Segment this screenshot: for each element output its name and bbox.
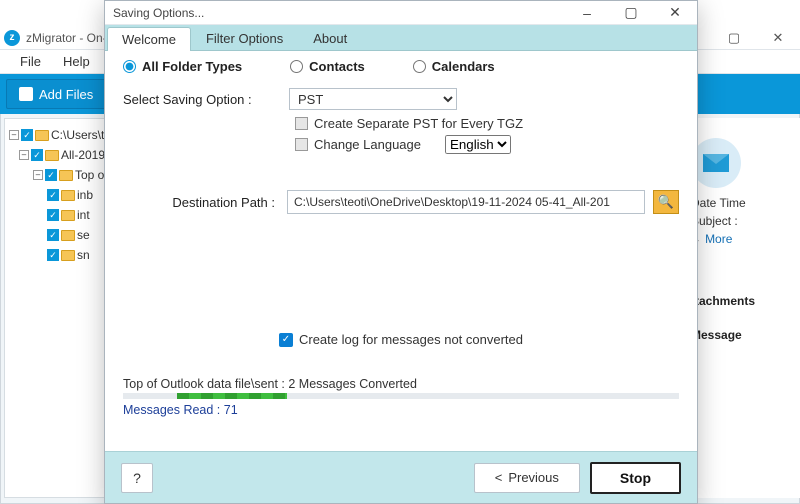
main-title: zMigrator - On- [26,31,107,45]
saving-option-label: Select Saving Option : [123,92,279,107]
checkbox-icon[interactable] [295,138,308,151]
folder-icon [61,250,75,261]
dialog-close-button[interactable]: ✕ [653,1,697,25]
saving-option-row: Select Saving Option : PST [119,84,683,114]
create-log-row[interactable]: ✓ Create log for messages not converted [119,332,683,347]
radio-calendars-input[interactable] [413,60,426,73]
checkbox-icon[interactable]: ✓ [47,189,59,201]
preview-panel: Date Time Subject : ⌄ More ttachments Me… [680,118,800,498]
dialog-minimize-button[interactable]: – [565,1,609,25]
preview-more-link[interactable]: ⌄ More [691,232,790,246]
folder-icon [61,230,75,241]
app-icon: z [4,30,20,46]
radio-contacts[interactable]: Contacts [290,59,365,74]
checkbox-icon[interactable]: ✓ [47,209,59,221]
main-close-button[interactable]: ✕ [756,26,800,50]
folder-icon [45,150,59,161]
progress-block: Top of Outlook data file\sent : 2 Messag… [119,377,683,417]
create-log-label: Create log for messages not converted [299,332,523,347]
change-language-label: Change Language [314,137,421,152]
radio-all-folder-types[interactable]: All Folder Types [123,59,242,74]
preview-subject-label: Subject : [691,214,790,228]
checkbox-checked-icon[interactable]: ✓ [279,333,293,347]
dialog-footer: ? < Previous Stop [105,451,697,503]
expand-icon[interactable]: – [19,150,29,160]
mail-icon [691,138,741,188]
progress-bar [123,393,679,399]
folder-icon [61,190,75,201]
preview-tab-attachments[interactable]: ttachments [691,294,790,308]
chevron-left-icon: < [495,470,503,485]
tab-about[interactable]: About [298,26,362,50]
radio-contacts-input[interactable] [290,60,303,73]
checkbox-icon[interactable]: ✓ [31,149,43,161]
expand-icon[interactable]: – [9,130,19,140]
checkbox-icon[interactable]: ✓ [47,229,59,241]
stop-button[interactable]: Stop [590,462,681,494]
folder-icon [35,130,49,141]
add-files-icon [19,87,33,101]
help-button[interactable]: ? [121,463,153,493]
dialog-body: All Folder Types Contacts Calendars Sele… [105,51,697,451]
dialog-titlebar: Saving Options... – ▢ ✕ [105,1,697,25]
dialog-tabs: Welcome Filter Options About [105,25,697,51]
add-files-label: Add Files [39,87,93,102]
checkbox-icon[interactable]: ✓ [21,129,33,141]
expand-icon[interactable]: – [33,170,43,180]
separate-pst-checkbox-row[interactable]: Create Separate PST for Every TGZ [119,114,683,133]
saving-option-select[interactable]: PST [289,88,457,110]
destination-path-input[interactable] [287,190,645,214]
radio-all-input[interactable] [123,60,136,73]
separate-pst-label: Create Separate PST for Every TGZ [314,116,523,131]
browse-button[interactable]: 🔍 [653,190,679,214]
tab-welcome[interactable]: Welcome [107,27,191,51]
folder-icon [59,170,73,181]
checkbox-icon[interactable]: ✓ [45,169,57,181]
progress-status-text: Top of Outlook data file\sent : 2 Messag… [123,377,679,391]
tab-filter-options[interactable]: Filter Options [191,26,298,50]
menu-file[interactable]: File [10,51,51,72]
destination-path-label: Destination Path : [123,195,279,210]
change-language-row[interactable]: Change Language English [119,133,683,156]
saving-options-dialog: Saving Options... – ▢ ✕ Welcome Filter O… [104,0,698,504]
dialog-title: Saving Options... [113,6,204,20]
language-select[interactable]: English [445,135,511,154]
menu-help[interactable]: Help [53,51,100,72]
dialog-maximize-button[interactable]: ▢ [609,1,653,25]
progress-fill [177,393,287,399]
messages-read-text: Messages Read : 71 [123,403,679,417]
checkbox-icon[interactable] [295,117,308,130]
add-files-button[interactable]: Add Files [6,79,106,109]
preview-datetime-label: Date Time [691,196,790,210]
search-icon: 🔍 [658,194,674,210]
folder-type-radios: All Folder Types Contacts Calendars [119,59,683,84]
checkbox-icon[interactable]: ✓ [47,249,59,261]
previous-button[interactable]: < Previous [474,463,580,493]
destination-path-row: Destination Path : 🔍 [119,156,683,214]
radio-calendars[interactable]: Calendars [413,59,495,74]
preview-tab-message[interactable]: Message [691,328,790,342]
folder-icon [61,210,75,221]
main-maximize-button[interactable]: ▢ [712,26,756,50]
